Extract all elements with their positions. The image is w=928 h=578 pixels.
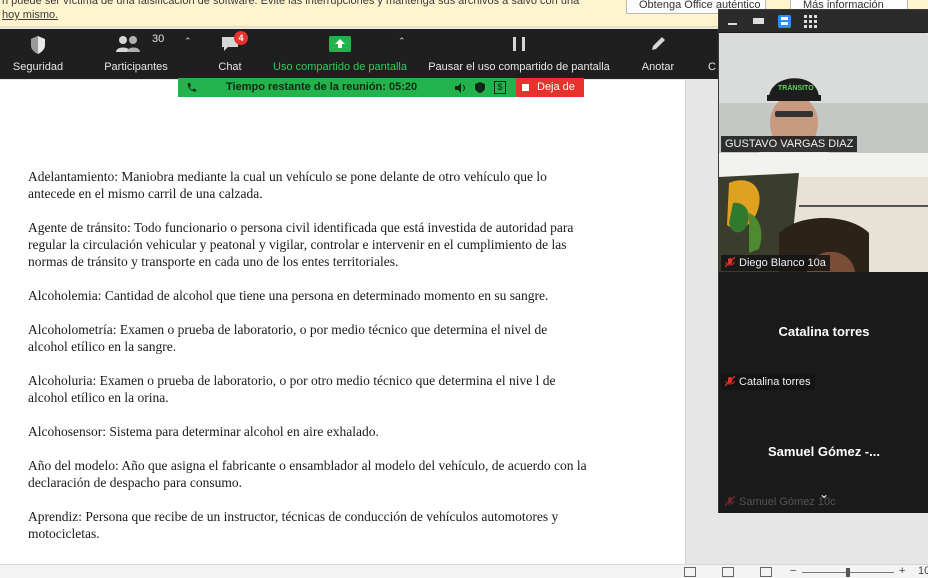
paragraph: Alcohosensor: Sistema para determinar al… <box>28 424 379 439</box>
participants-label: Participantes <box>104 61 168 73</box>
minimize-icon[interactable] <box>728 23 737 25</box>
participants-caret-icon[interactable]: ⌃ <box>184 36 192 47</box>
dollar-icon[interactable]: $ <box>494 81 506 94</box>
meeting-toolbar: Seguridad 30 Participantes ⌃ Chat 4 Uso … <box>0 29 718 79</box>
stop-share-label: Deja de <box>537 81 575 93</box>
paragraph: Aprendiz: Persona que recibe de un instr… <box>28 509 559 541</box>
stop-share-button[interactable]: Deja de <box>516 78 584 97</box>
paragraph: Alcoholemia: Cantidad de alcohol que tie… <box>28 288 549 303</box>
muted-mic-icon <box>725 496 735 507</box>
annotate-label: Anotar <box>641 61 675 73</box>
participant-name-catalina-text: Catalina torres <box>739 376 811 388</box>
speaker-icon[interactable] <box>454 83 466 93</box>
paragraph: Alcoholometría: Examen o prueba de labor… <box>28 322 548 354</box>
share-screen-button[interactable]: Uso compartido de pantalla <box>266 29 414 79</box>
share-screen-icon <box>329 36 351 52</box>
security-label: Seguridad <box>12 61 64 73</box>
share-caret-icon[interactable]: ⌃ <box>398 36 406 47</box>
video-tile-diego[interactable]: Diego Blanco 10a <box>719 153 928 272</box>
document-body: Adelantamiento: Maniobra mediante la cua… <box>28 168 588 559</box>
zoom-percentage[interactable]: 10 <box>918 565 928 578</box>
shield-icon <box>31 36 45 54</box>
more-button[interactable]: C <box>700 29 718 79</box>
participant-name-diego: Diego Blanco 10a <box>721 255 830 271</box>
chat-label: Chat <box>218 61 242 73</box>
paragraph: Alcoholuria: Examen o prueba de laborato… <box>28 373 556 405</box>
participants-count: 30 <box>152 33 165 45</box>
share-screen-label: Uso compartido de pantalla <box>273 61 407 73</box>
meeting-timer-bar: Tiempo restante de la reunión: 05:20 $ <box>178 78 516 97</box>
stop-icon <box>522 84 529 91</box>
participant-name-catalina: Catalina torres <box>721 374 815 390</box>
muted-mic-icon <box>725 376 735 387</box>
shield-check-icon[interactable] <box>475 82 485 93</box>
participants-button[interactable]: 30 Participantes <box>96 29 176 79</box>
web-layout-icon[interactable] <box>760 567 772 577</box>
participant-name-diego-text: Diego Blanco 10a <box>739 257 826 269</box>
security-button[interactable]: Seguridad <box>0 29 76 79</box>
thumbnail-view-icon[interactable] <box>753 18 764 24</box>
pause-icon <box>513 37 525 51</box>
word-status-bar: − + 10 <box>0 564 928 578</box>
video-panel: TRÁNSITO GUSTAVO VARGAS DIAZ Diego Blanc… <box>718 9 928 513</box>
speaker-view-icon[interactable] <box>778 15 791 28</box>
video-feed-gustavo <box>719 33 928 153</box>
muted-mic-icon <box>725 257 735 268</box>
annotate-button[interactable]: Anotar <box>632 29 684 79</box>
document-page[interactable]: Adelantamiento: Maniobra mediante la cua… <box>0 80 686 564</box>
participant-display-samuel: Samuel Gómez -... <box>768 444 880 459</box>
notice-line-2[interactable]: hoy mismo. <box>2 8 602 22</box>
cap-text: TRÁNSITO <box>778 85 814 92</box>
participant-name-gustavo: GUSTAVO VARGAS DIAZ <box>721 136 858 152</box>
phone-icon <box>187 83 196 92</box>
pause-share-label: Pausar el uso compartido de pantalla <box>428 61 610 73</box>
chat-unread-badge: 4 <box>234 31 248 45</box>
more-label: C <box>708 61 716 73</box>
pause-share-button[interactable]: Pausar el uso compartido de pantalla <box>424 29 614 79</box>
zoom-out-button[interactable]: − <box>790 565 796 578</box>
panel-header <box>719 10 928 32</box>
meeting-time-remaining: Tiempo restante de la reunión: 05:20 <box>226 81 418 93</box>
zoom-slider-thumb[interactable] <box>846 568 850 577</box>
paragraph: Año del modelo: Año que asigna el fabric… <box>28 458 587 490</box>
print-layout-icon[interactable] <box>722 567 734 577</box>
read-mode-icon[interactable] <box>684 567 696 577</box>
zoom-in-button[interactable]: + <box>899 565 905 578</box>
participants-icon <box>116 36 140 52</box>
paragraph: Agente de tránsito: Todo funcionario o p… <box>28 220 574 269</box>
chevron-down-icon[interactable]: ⌄ <box>819 487 829 501</box>
video-tile-gustavo[interactable]: TRÁNSITO GUSTAVO VARGAS DIAZ <box>719 33 928 153</box>
video-tile-samuel[interactable]: Samuel Gómez -... Samuel Gómez 10c ⌄ <box>719 391 928 513</box>
paragraph: Adelantamiento: Maniobra mediante la cua… <box>28 169 547 201</box>
participant-display-catalina: Catalina torres <box>778 324 870 339</box>
gallery-view-icon[interactable] <box>804 15 817 28</box>
pencil-icon <box>652 37 665 50</box>
notice-text: n puede ser víctima de una falsificación… <box>2 0 602 22</box>
video-tile-catalina[interactable]: Catalina torres Catalina torres <box>719 272 928 391</box>
notice-line-1: n puede ser víctima de una falsificación… <box>2 0 580 7</box>
